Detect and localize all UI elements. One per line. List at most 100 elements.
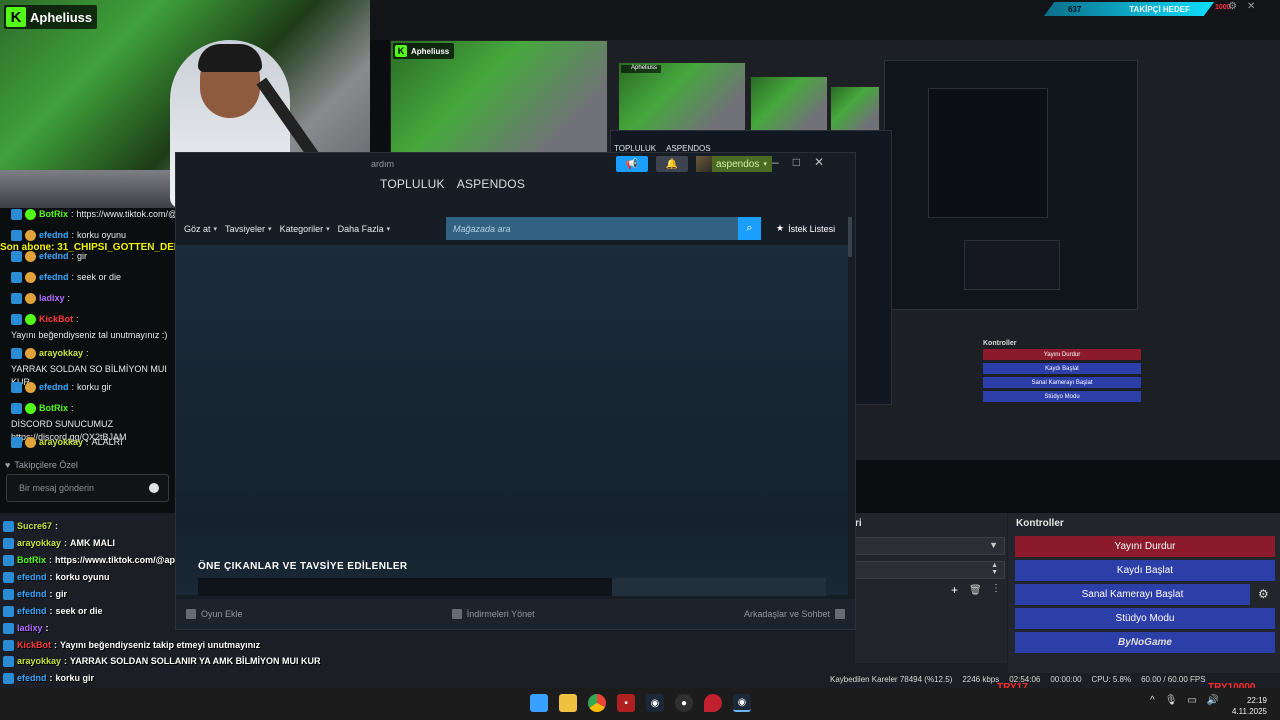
chat-username[interactable]: BotRix	[39, 402, 68, 415]
streamer-hair	[198, 44, 262, 72]
badge-icon	[11, 382, 22, 393]
chat-username[interactable]: efednd	[39, 271, 69, 284]
overlay-chat-message: ladixy:	[3, 622, 52, 634]
store-search-input[interactable]	[446, 217, 738, 240]
chat-username[interactable]: ladixy	[39, 292, 65, 305]
overlay-chat-message: efednd: korku gir	[3, 672, 94, 684]
steam-footer: Oyun Ekle İndirmeleri Yönet Arkadaşlar v…	[176, 599, 855, 629]
badge-icon	[11, 209, 22, 220]
obs-transitions-panel: ri ▼ ▲ ▼ + 🗑 ⋮	[855, 513, 1007, 663]
chat-input-box[interactable]	[6, 474, 169, 502]
menu-browse[interactable]: Göz at ▾	[184, 224, 217, 234]
store-menu-bar: Göz at ▾ Tavsiyeler ▾ Kategoriler ▾ Daha Fa…	[176, 215, 848, 243]
chrome-icon[interactable]	[588, 694, 606, 712]
manage-downloads-button[interactable]: İndirmeleri Yönet	[451, 609, 535, 619]
followers-only-label: ♥ Takipçilere Özel	[5, 460, 78, 470]
window-controls: ⚙ ✕	[1228, 1, 1255, 12]
menu-more[interactable]: Daha Fazla ▾	[338, 224, 391, 234]
search-icon[interactable]: ⌕	[738, 217, 761, 240]
chat-username[interactable]: efednd	[39, 229, 69, 242]
clock[interactable]: 22:19 4.11.2025	[1232, 695, 1267, 717]
colon: :	[49, 572, 53, 582]
nav-username[interactable]: ASPENDOS	[457, 177, 525, 191]
add-game-button[interactable]: Oyun Ekle	[186, 609, 243, 619]
controls-title: Kontroller	[1016, 518, 1064, 529]
badge-icon	[3, 639, 14, 651]
overlay-chat-message: efednd: seek or die	[3, 605, 103, 617]
chat-text: seek or die	[77, 272, 122, 282]
chat-username[interactable]: KickBot	[39, 313, 73, 326]
badge-icon	[11, 403, 22, 414]
overlay-username: efednd	[17, 589, 47, 599]
minimize-icon[interactable]: –	[772, 155, 779, 169]
announcement-icon[interactable]: 📢	[616, 156, 648, 172]
overlay-text: gir	[55, 589, 68, 599]
studio-mode-button[interactable]: Stüdyo Modu	[1015, 608, 1275, 629]
friends-chat-button[interactable]: Arkadaşlar ve Sohbet	[744, 609, 845, 619]
chat-input[interactable]	[7, 475, 168, 501]
overlay-chat-message: efednd: korku oyunu	[3, 571, 110, 583]
chat-username[interactable]: efednd	[39, 381, 69, 394]
chevron-up-icon[interactable]: ^	[1150, 695, 1155, 706]
more-icon[interactable]: ⋮	[991, 583, 1001, 594]
start-virtual-camera-button[interactable]: Sanal Kamerayı Başlat	[1015, 584, 1250, 605]
file-explorer-icon[interactable]	[559, 694, 577, 712]
badge-icon	[3, 622, 14, 634]
chat-username[interactable]: arayokkay	[39, 347, 83, 360]
maximize-icon[interactable]: □	[793, 155, 800, 169]
start-recording-button[interactable]: Kaydı Başlat	[1015, 560, 1275, 581]
trash-icon[interactable]: 🗑	[969, 585, 982, 596]
badge-icon	[25, 314, 36, 325]
preview-main-thumb: K Apheliuss	[390, 40, 608, 155]
menu-categories[interactable]: Kategoriler ▾	[280, 224, 330, 234]
channel-badge: K Apheliuss	[4, 5, 98, 29]
settings-icon[interactable]: ⚙	[1228, 1, 1237, 12]
overlay-username: arayokkay	[17, 656, 62, 666]
overlay-text: korku gir	[55, 673, 95, 683]
nested-obs-preview-2	[928, 88, 1048, 218]
transition-dropdown[interactable]: ▼	[855, 537, 1005, 555]
badge-icon	[11, 437, 22, 448]
mic-icon[interactable]: 🎙	[1165, 695, 1178, 706]
emoji-icon[interactable]	[149, 483, 159, 493]
close-icon[interactable]: ✕	[1247, 1, 1255, 12]
colon: :	[49, 606, 53, 616]
colon: :	[54, 640, 58, 650]
colon: :	[45, 623, 49, 633]
valorant-icon[interactable]	[704, 694, 722, 712]
obs-icon[interactable]: ●	[675, 694, 693, 712]
chat-message: ladixy:	[11, 292, 179, 305]
nav-community[interactable]: TOPLULUK	[380, 177, 445, 191]
featured-carousel[interactable]	[198, 578, 826, 596]
store-search-box[interactable]	[446, 217, 738, 240]
app-icon[interactable]: ■	[617, 694, 635, 712]
steam-icon[interactable]: ◉	[646, 694, 664, 712]
start-icon[interactable]	[530, 694, 548, 712]
chat-username[interactable]: BotRix	[39, 208, 68, 221]
menu-recommendations[interactable]: Tavsiyeler ▾	[225, 224, 272, 234]
wishlist-link[interactable]: ★ İstek Listesi	[776, 223, 835, 234]
scrollbar[interactable]	[848, 217, 852, 257]
overlay-text: YARRAK SOLDAN SOLLANIR YA AMK BİLMİYON M…	[70, 656, 321, 666]
virtual-camera-settings-icon[interactable]: ⚙	[1258, 587, 1269, 601]
overlay-chat-message: efednd: gir	[3, 588, 67, 600]
badge-icon	[25, 382, 36, 393]
chat-message: BotRix: https://www.tiktok.com/@	[11, 208, 179, 221]
stop-stream-button[interactable]: Yayını Durdur	[1015, 536, 1275, 557]
user-menu[interactable]: aspendos ▾	[696, 156, 772, 172]
steam-active-icon[interactable]: ◉	[733, 694, 751, 712]
heart-icon: ♥	[5, 460, 11, 470]
chat-username[interactable]: arayokkay	[39, 436, 83, 449]
overlay-chat-message: arayokkay: AMK MALI	[3, 537, 115, 549]
overlay-username: BotRix	[17, 555, 46, 565]
overlay-username: arayokkay	[17, 538, 62, 548]
overlay-text: AMK MALI	[70, 538, 116, 548]
network-icon[interactable]: ▭	[1187, 695, 1196, 706]
chat-message: efednd: korku gir	[11, 381, 179, 394]
notifications-icon[interactable]: 🔔	[656, 156, 688, 172]
duration-spinbox[interactable]: ▲ ▼	[855, 561, 1005, 579]
add-icon[interactable]: +	[951, 583, 958, 597]
colon: :	[86, 348, 89, 358]
close-icon[interactable]: ✕	[814, 155, 824, 169]
volume-icon[interactable]: 🔊	[1207, 695, 1219, 706]
